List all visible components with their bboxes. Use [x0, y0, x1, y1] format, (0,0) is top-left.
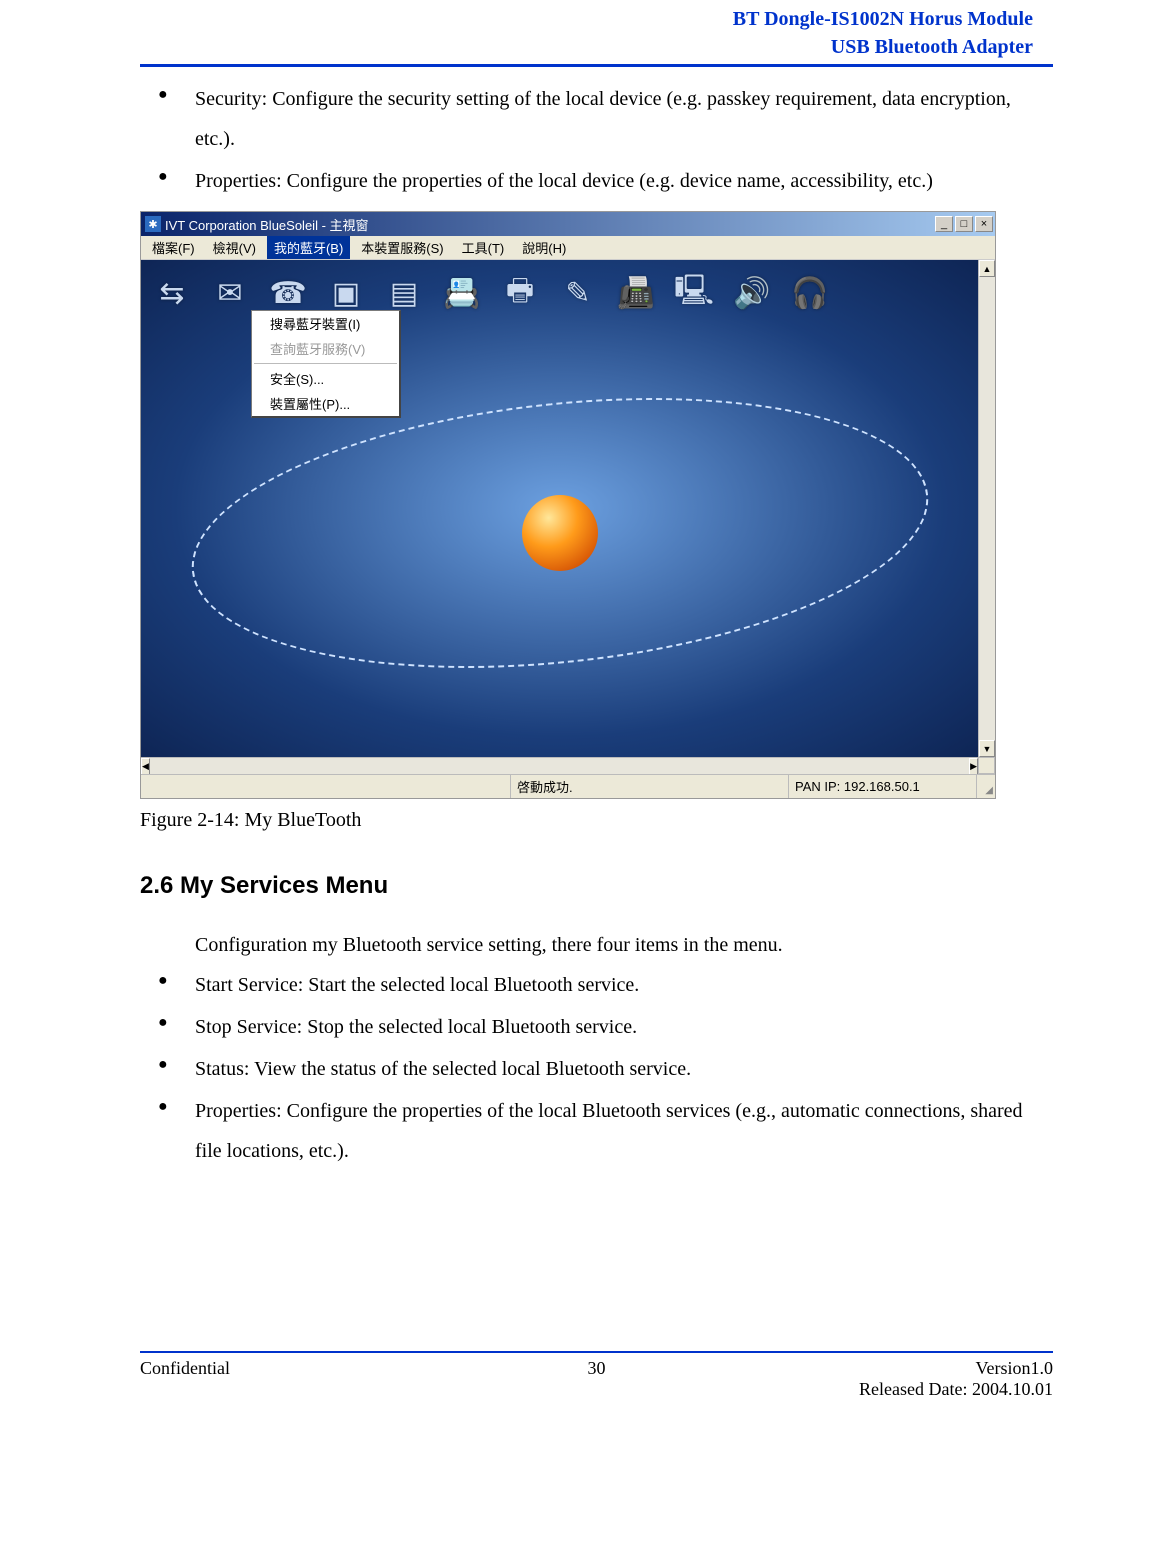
bluetooth-icon: ✱ [145, 216, 161, 232]
status-text: 啓動成功. [511, 775, 789, 798]
figure-caption: Figure 2-14: My BlueTooth [140, 809, 1053, 832]
bullet-security: Security: Configure the security setting… [140, 79, 1053, 159]
statusbar: 啓動成功. PAN IP: 192.168.50.1 ◢ [141, 774, 995, 798]
opp-icon[interactable]: 🖶 [501, 276, 539, 310]
section-bullet-list: Start Service: Start the selected local … [140, 965, 1053, 1171]
scroll-up-icon[interactable]: ▲ [979, 260, 995, 277]
footer-version: Version1.0 [749, 1358, 1053, 1379]
resize-grip-icon[interactable]: ◢ [977, 775, 995, 798]
bullet-properties: Properties: Configure the properties of … [140, 161, 1053, 201]
sync-icon[interactable]: 📇 [443, 276, 481, 310]
pan-icon[interactable]: ⇆ [153, 276, 191, 310]
audio-icon[interactable]: 🔊 [733, 276, 771, 310]
scroll-left-icon[interactable]: ◀ [141, 758, 150, 775]
window-title: IVT Corporation BlueSoleil - 主視窗 [165, 215, 935, 234]
menu-view[interactable]: 檢視(V) [206, 236, 263, 259]
status-pan-ip: PAN IP: 192.168.50.1 [789, 775, 977, 798]
bullet-stop-service: Stop Service: Stop the selected local Bl… [140, 1007, 1053, 1047]
document-footer: Confidential 30 Version1.0 [140, 1351, 1053, 1379]
bullet-properties-services: Properties: Configure the properties of … [140, 1091, 1053, 1171]
dropdown-separator [254, 363, 397, 364]
print-icon[interactable]: 📠 [617, 276, 655, 310]
maximize-button[interactable]: □ [955, 216, 973, 232]
pen-icon[interactable]: ✎ [559, 276, 597, 310]
headset-icon[interactable]: 🎧 [791, 276, 829, 310]
bullet-status: Status: View the status of the selected … [140, 1049, 1053, 1089]
serial-icon[interactable]: ☎ [269, 276, 307, 310]
mybluetooth-dropdown: 搜尋藍牙裝置(I) 查詢藍牙服務(V) 安全(S)... 裝置屬性(P)... [251, 310, 401, 418]
section-heading-2-6: 2.6 My Services Menu [140, 872, 1053, 900]
ftp-icon[interactable]: ▤ [385, 276, 423, 310]
header-line-2: USB Bluetooth Adapter [140, 33, 1033, 61]
horizontal-scrollbar[interactable]: ◀ ▶ [141, 757, 978, 774]
footer-page-number: 30 [444, 1358, 748, 1379]
caption-text: My BlueTooth [239, 809, 361, 831]
header-line-1: BT Dongle-IS1002N Horus Module [140, 5, 1033, 33]
app-screenshot: ✱ IVT Corporation BlueSoleil - 主視窗 _ □ ×… [140, 211, 996, 799]
vertical-scrollbar[interactable]: ▲ ▼ [978, 260, 995, 757]
client-area: 搜尋藍牙裝置(I) 查詢藍牙服務(V) 安全(S)... 裝置屬性(P)... … [141, 260, 978, 757]
lan-icon[interactable]: ▣ [327, 276, 365, 310]
document-header: BT Dongle-IS1002N Horus Module USB Bluet… [140, 5, 1053, 67]
bullet-start-service: Start Service: Start the selected local … [140, 965, 1053, 1005]
footer-confidential: Confidential [140, 1358, 444, 1379]
close-button[interactable]: × [975, 216, 993, 232]
menu-mybluetooth[interactable]: 我的藍牙(B) [267, 236, 350, 259]
dropdown-device-properties[interactable]: 裝置屬性(P)... [252, 391, 399, 416]
top-bullet-list: Security: Configure the security setting… [140, 79, 1053, 201]
dropdown-search-devices[interactable]: 搜尋藍牙裝置(I) [252, 311, 399, 336]
caption-label: Figure 2-14: [140, 809, 239, 831]
section-intro: Configuration my Bluetooth service setti… [195, 925, 1053, 965]
hid-icon[interactable]: 🖳 [675, 276, 713, 310]
footer-release-date: Released Date: 2004.10.01 [140, 1379, 1053, 1400]
menu-device-services[interactable]: 本裝置服務(S) [354, 236, 450, 259]
minimize-button[interactable]: _ [935, 216, 953, 232]
dialup-icon[interactable]: ✉ [211, 276, 249, 310]
menu-tools[interactable]: 工具(T) [455, 236, 512, 259]
menu-file[interactable]: 檔案(F) [145, 236, 202, 259]
scroll-right-icon[interactable]: ▶ [969, 758, 978, 775]
menubar: 檔案(F) 檢視(V) 我的藍牙(B) 本裝置服務(S) 工具(T) 說明(H) [141, 236, 995, 260]
dropdown-query-services: 查詢藍牙服務(V) [252, 336, 399, 361]
service-toolbar: ⇆ ✉ ☎ ▣ ▤ 📇 🖶 ✎ 📠 🖳 🔊 🎧 [153, 276, 966, 310]
dropdown-security[interactable]: 安全(S)... [252, 366, 399, 391]
status-panel-left [141, 775, 511, 798]
scroll-down-icon[interactable]: ▼ [979, 740, 995, 757]
menu-help[interactable]: 說明(H) [515, 236, 573, 259]
window-titlebar: ✱ IVT Corporation BlueSoleil - 主視窗 _ □ × [141, 212, 995, 236]
local-device-sphere[interactable] [522, 495, 598, 571]
